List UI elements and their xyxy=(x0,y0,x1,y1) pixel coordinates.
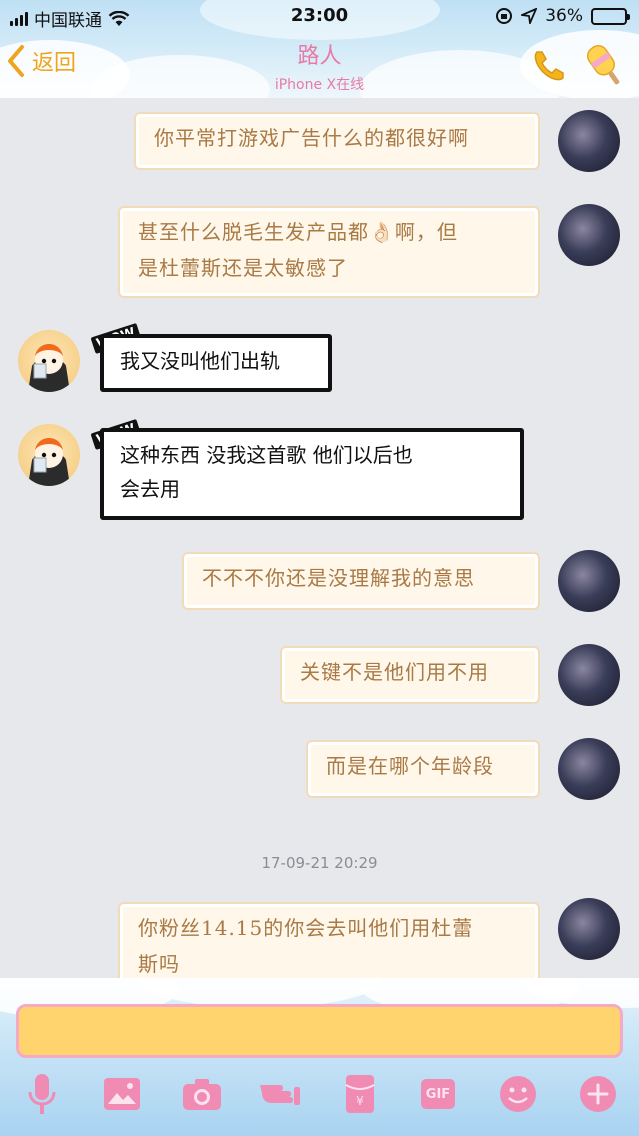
header-area: 中国联通 23:00 36% 返回 路人 iPhone X在线 xyxy=(0,0,639,98)
message-text: 甚至什么脱毛生发产品都👌🏻啊，但 xyxy=(138,220,458,244)
red-packet-icon: ¥ xyxy=(345,1075,375,1113)
message-text: 关键不是他们用不用 xyxy=(300,660,489,684)
poke-button[interactable] xyxy=(256,1070,304,1118)
avatar[interactable] xyxy=(558,898,620,960)
plus-icon xyxy=(580,1076,616,1112)
image-icon xyxy=(104,1078,140,1110)
cartoon-avatar-icon xyxy=(28,438,70,486)
message-text: 会去用 xyxy=(120,477,180,501)
message-list[interactable]: 你平常打游戏广告什么的都很好啊 甚至什么脱毛生发产品都👌🏻啊，但 是杜蕾斯还是太… xyxy=(0,98,639,994)
message-bubble[interactable]: 这种东西 没我这首歌 他们以后也 会去用 xyxy=(100,428,524,520)
battery-percent: 36% xyxy=(545,6,583,26)
avatar[interactable] xyxy=(18,424,80,486)
mic-icon xyxy=(28,1074,56,1114)
location-icon xyxy=(521,8,538,24)
message-bubble[interactable]: 我又没叫他们出轨 xyxy=(100,334,332,392)
avatar[interactable] xyxy=(558,644,620,706)
message-bubble[interactable]: 关键不是他们用不用 xyxy=(280,646,540,704)
nav-bar: 返回 路人 iPhone X在线 xyxy=(0,34,639,98)
message-text: 我又没叫他们出轨 xyxy=(120,349,280,373)
message-text: 你粉丝14.15的你会去叫他们用杜蕾 xyxy=(138,916,474,940)
gif-label: GIF xyxy=(425,1086,451,1102)
avatar[interactable] xyxy=(18,330,80,392)
battery-icon xyxy=(591,7,630,25)
toolbar: ¥ GIF xyxy=(0,1070,639,1126)
message-text: 不不不你还是没理解我的意思 xyxy=(202,566,475,590)
avatar[interactable] xyxy=(558,550,620,612)
svg-text:¥: ¥ xyxy=(356,1094,364,1108)
message-bubble[interactable]: 甚至什么脱毛生发产品都👌🏻啊，但 是杜蕾斯还是太敏感了 xyxy=(118,206,540,298)
image-button[interactable] xyxy=(98,1070,146,1118)
camera-icon xyxy=(183,1079,221,1110)
message-text: 是杜蕾斯还是太敏感了 xyxy=(138,256,348,280)
status-bar: 中国联通 23:00 36% xyxy=(0,0,639,34)
message-bubble[interactable]: 而是在哪个年龄段 xyxy=(306,740,540,798)
message-bubble[interactable]: 不不不你还是没理解我的意思 xyxy=(182,552,540,610)
gif-button[interactable]: GIF xyxy=(414,1070,462,1118)
message-text: 你平常打游戏广告什么的都很好啊 xyxy=(154,126,469,150)
cartoon-avatar-icon xyxy=(28,344,70,392)
phone-icon[interactable] xyxy=(529,46,569,86)
emoji-icon xyxy=(500,1076,536,1112)
gif-icon: GIF xyxy=(421,1079,455,1109)
camera-button[interactable] xyxy=(178,1070,226,1118)
emoji-button[interactable] xyxy=(494,1070,542,1118)
avatar[interactable] xyxy=(558,110,620,172)
message-text: 这种东西 没我这首歌 他们以后也 xyxy=(120,443,413,467)
popsicle-icon[interactable] xyxy=(583,42,627,90)
avatar[interactable] xyxy=(558,204,620,266)
message-text: 而是在哪个年龄段 xyxy=(326,754,494,778)
message-bubble[interactable]: 你平常打游戏广告什么的都很好啊 xyxy=(134,112,540,170)
plus-button[interactable] xyxy=(574,1070,622,1118)
poke-icon xyxy=(260,1085,300,1105)
red-packet-button[interactable]: ¥ xyxy=(336,1070,384,1118)
message-input[interactable] xyxy=(16,1004,623,1058)
input-area: ¥ GIF xyxy=(0,978,639,1136)
timestamp: 17-09-21 20:29 xyxy=(261,854,378,872)
mic-button[interactable] xyxy=(18,1070,66,1118)
orientation-lock-icon xyxy=(496,8,513,24)
avatar[interactable] xyxy=(558,738,620,800)
message-text: 斯吗 xyxy=(138,952,180,976)
